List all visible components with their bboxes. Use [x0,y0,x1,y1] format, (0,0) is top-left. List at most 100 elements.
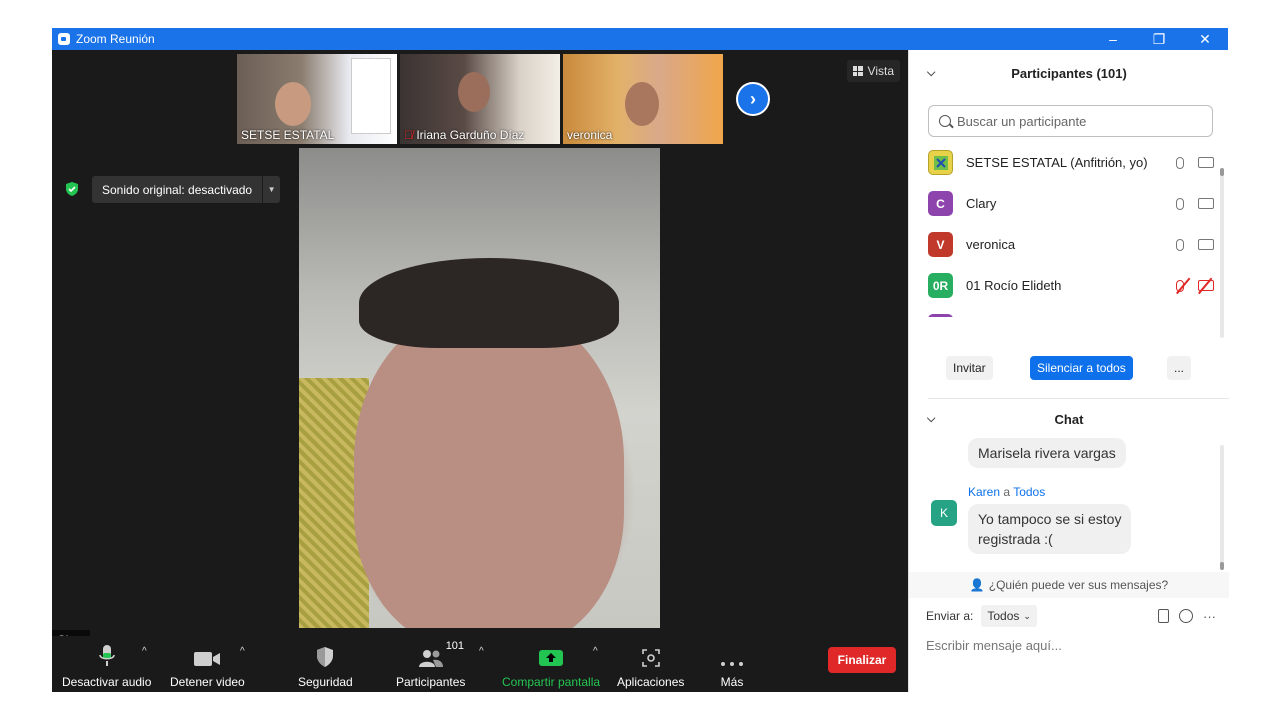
mute-all-button[interactable]: Silenciar a todos [1030,356,1133,380]
participants-button[interactable]: 101 Participantes [396,640,465,689]
participants-scrollbar[interactable] [1220,168,1224,338]
end-meeting-button[interactable]: Finalizar [828,647,896,673]
chat-message-line: registrada :( [978,531,1053,547]
meeting-toolbar: Desactivar audio ^ Detener video ^ Segur… [52,636,908,692]
participants-options-caret[interactable]: ^ [479,646,484,657]
send-to-dropdown[interactable]: Todos ⌄ [981,605,1037,627]
send-to-value: Todos [987,609,1020,623]
muted-microphone-icon[interactable] [1176,279,1184,292]
chat-title: Chat [1054,411,1084,427]
participants-count: 101 [445,640,465,652]
next-page-button[interactable]: › [736,82,770,116]
microphone-icon[interactable] [1176,156,1184,169]
thumbnail-setse[interactable]: SETSE ESTATAL [237,54,397,144]
who-can-see-link[interactable]: 👤 ¿Quién puede ver sus mensajes? [909,572,1229,598]
thumbnail-iriana[interactable]: 🎙̸ Iriana Garduño Díaz [400,54,560,144]
minimize-button[interactable]: – [1090,28,1136,50]
person-info-icon: 👤 [969,578,985,592]
speaker-hair [359,258,619,348]
grid-view-icon [852,66,863,76]
file-icon[interactable] [1158,609,1169,623]
microphone-icon[interactable] [1176,238,1184,251]
participants-icon: 101 [418,640,464,668]
chat-sender: Karen a Todos [968,485,1045,499]
more-button[interactable]: Más [720,642,744,689]
participant-name: Clary [966,196,997,211]
video-camera-icon[interactable] [1198,198,1214,209]
zoom-app-icon [58,33,70,45]
host-avatar [928,150,953,175]
participant-name: veronica [966,237,1016,252]
participant-search-input[interactable]: Buscar un participante [928,105,1213,137]
participants-header: ⌵ Participantes (101) [909,50,1229,96]
chevron-down-icon: ⌄ [1023,610,1031,621]
video-camera-icon[interactable] [1198,239,1214,250]
active-speaker-video [299,148,660,628]
original-sound-toggle[interactable]: Sonido original: desactivado ▼ [92,176,281,203]
participant-row[interactable]: 0R 01 Rocío Elideth [928,265,1218,306]
security-button[interactable]: Seguridad [298,642,353,689]
participant-list: SETSE ESTATAL (Anfitrión, yo) C Clary V … [928,142,1218,317]
microphone-icon[interactable] [1176,197,1184,210]
sender-name: Karen [968,485,1001,499]
apps-icon [641,642,661,668]
share-options-caret[interactable]: ^ [593,646,598,657]
participant-face [458,72,490,112]
encryption-shield-icon[interactable] [64,181,80,197]
panel-divider [928,398,1229,399]
microphone-icon [97,642,117,668]
chat-scrollbar[interactable] [1220,445,1224,570]
chat-message-input[interactable]: Escribir mensaje aquí... [926,634,1216,656]
stop-video-button[interactable]: Detener video [170,642,245,689]
close-button[interactable]: ✕ [1182,28,1228,50]
chat-messages: Marisela rivera vargas Karen a Todos K Y… [909,436,1229,576]
window-title: Zoom Reunión [76,32,155,46]
participant-name: SETSE ESTATAL (Anfitrión, yo) [966,155,1148,170]
stop-video-label: Detener video [170,675,245,689]
collapse-chevron-icon[interactable]: ⌵ [927,413,935,426]
participant-row[interactable]: SETSE ESTATAL (Anfitrión, yo) [928,142,1218,183]
original-sound-label: Sonido original: desactivado [102,182,253,197]
participant-face [625,82,659,126]
participant-avatar [928,314,953,317]
apps-button[interactable]: Aplicaciones [617,642,684,689]
mute-audio-button[interactable]: Desactivar audio [62,642,151,689]
participant-row[interactable]: C Clary [928,183,1218,224]
sender-to-word: a [1003,485,1011,499]
search-placeholder: Buscar un participante [957,113,1087,129]
share-screen-button[interactable]: Compartir pantalla [502,642,600,689]
chat-message-line: Yo tampoco se si estoy [978,511,1122,527]
participant-row[interactable]: V veronica [928,224,1218,265]
view-button[interactable]: Vista [846,60,900,82]
security-shield-icon [315,642,335,668]
video-camera-icon[interactable] [1198,157,1214,168]
speaker-face [354,308,624,628]
thumbnail-name-text: Iriana Garduño Díaz [416,128,525,142]
security-label: Seguridad [298,675,353,689]
restore-button[interactable]: ❐ [1136,28,1182,50]
invite-button[interactable]: Invitar [946,356,993,380]
chat-header: ⌵ Chat [909,404,1229,434]
window-controls: – ❐ ✕ [1090,28,1228,50]
more-options-button[interactable]: ... [1167,356,1192,380]
chevron-down-icon[interactable]: ▼ [262,176,280,203]
thumbnail-name: SETSE ESTATAL [241,128,335,142]
who-can-see-label: ¿Quién puede ver sus mensajes? [988,578,1169,592]
thumbnail-strip: SETSE ESTATAL 🎙̸ Iriana Garduño Díaz ver… [237,54,723,144]
more-dots-icon[interactable]: ··· [1203,609,1216,624]
sender-avatar: K [931,500,957,526]
emoji-icon[interactable] [1179,609,1193,623]
video-off-icon[interactable] [1198,280,1214,291]
thumbnail-veronica[interactable]: veronica [563,54,723,144]
participant-avatar: 0R [928,273,953,298]
video-options-caret[interactable]: ^ [240,646,245,657]
share-screen-label: Compartir pantalla [502,675,601,689]
participant-row[interactable] [928,306,1218,317]
audio-options-caret[interactable]: ^ [142,646,147,657]
view-button-label: Vista [867,64,894,78]
search-icon [939,115,951,127]
shared-document-preview [351,58,391,134]
collapse-chevron-icon[interactable]: ⌵ [927,67,935,80]
chat-message: Marisela rivera vargas [968,438,1126,468]
thumbnail-name: veronica [567,128,613,142]
